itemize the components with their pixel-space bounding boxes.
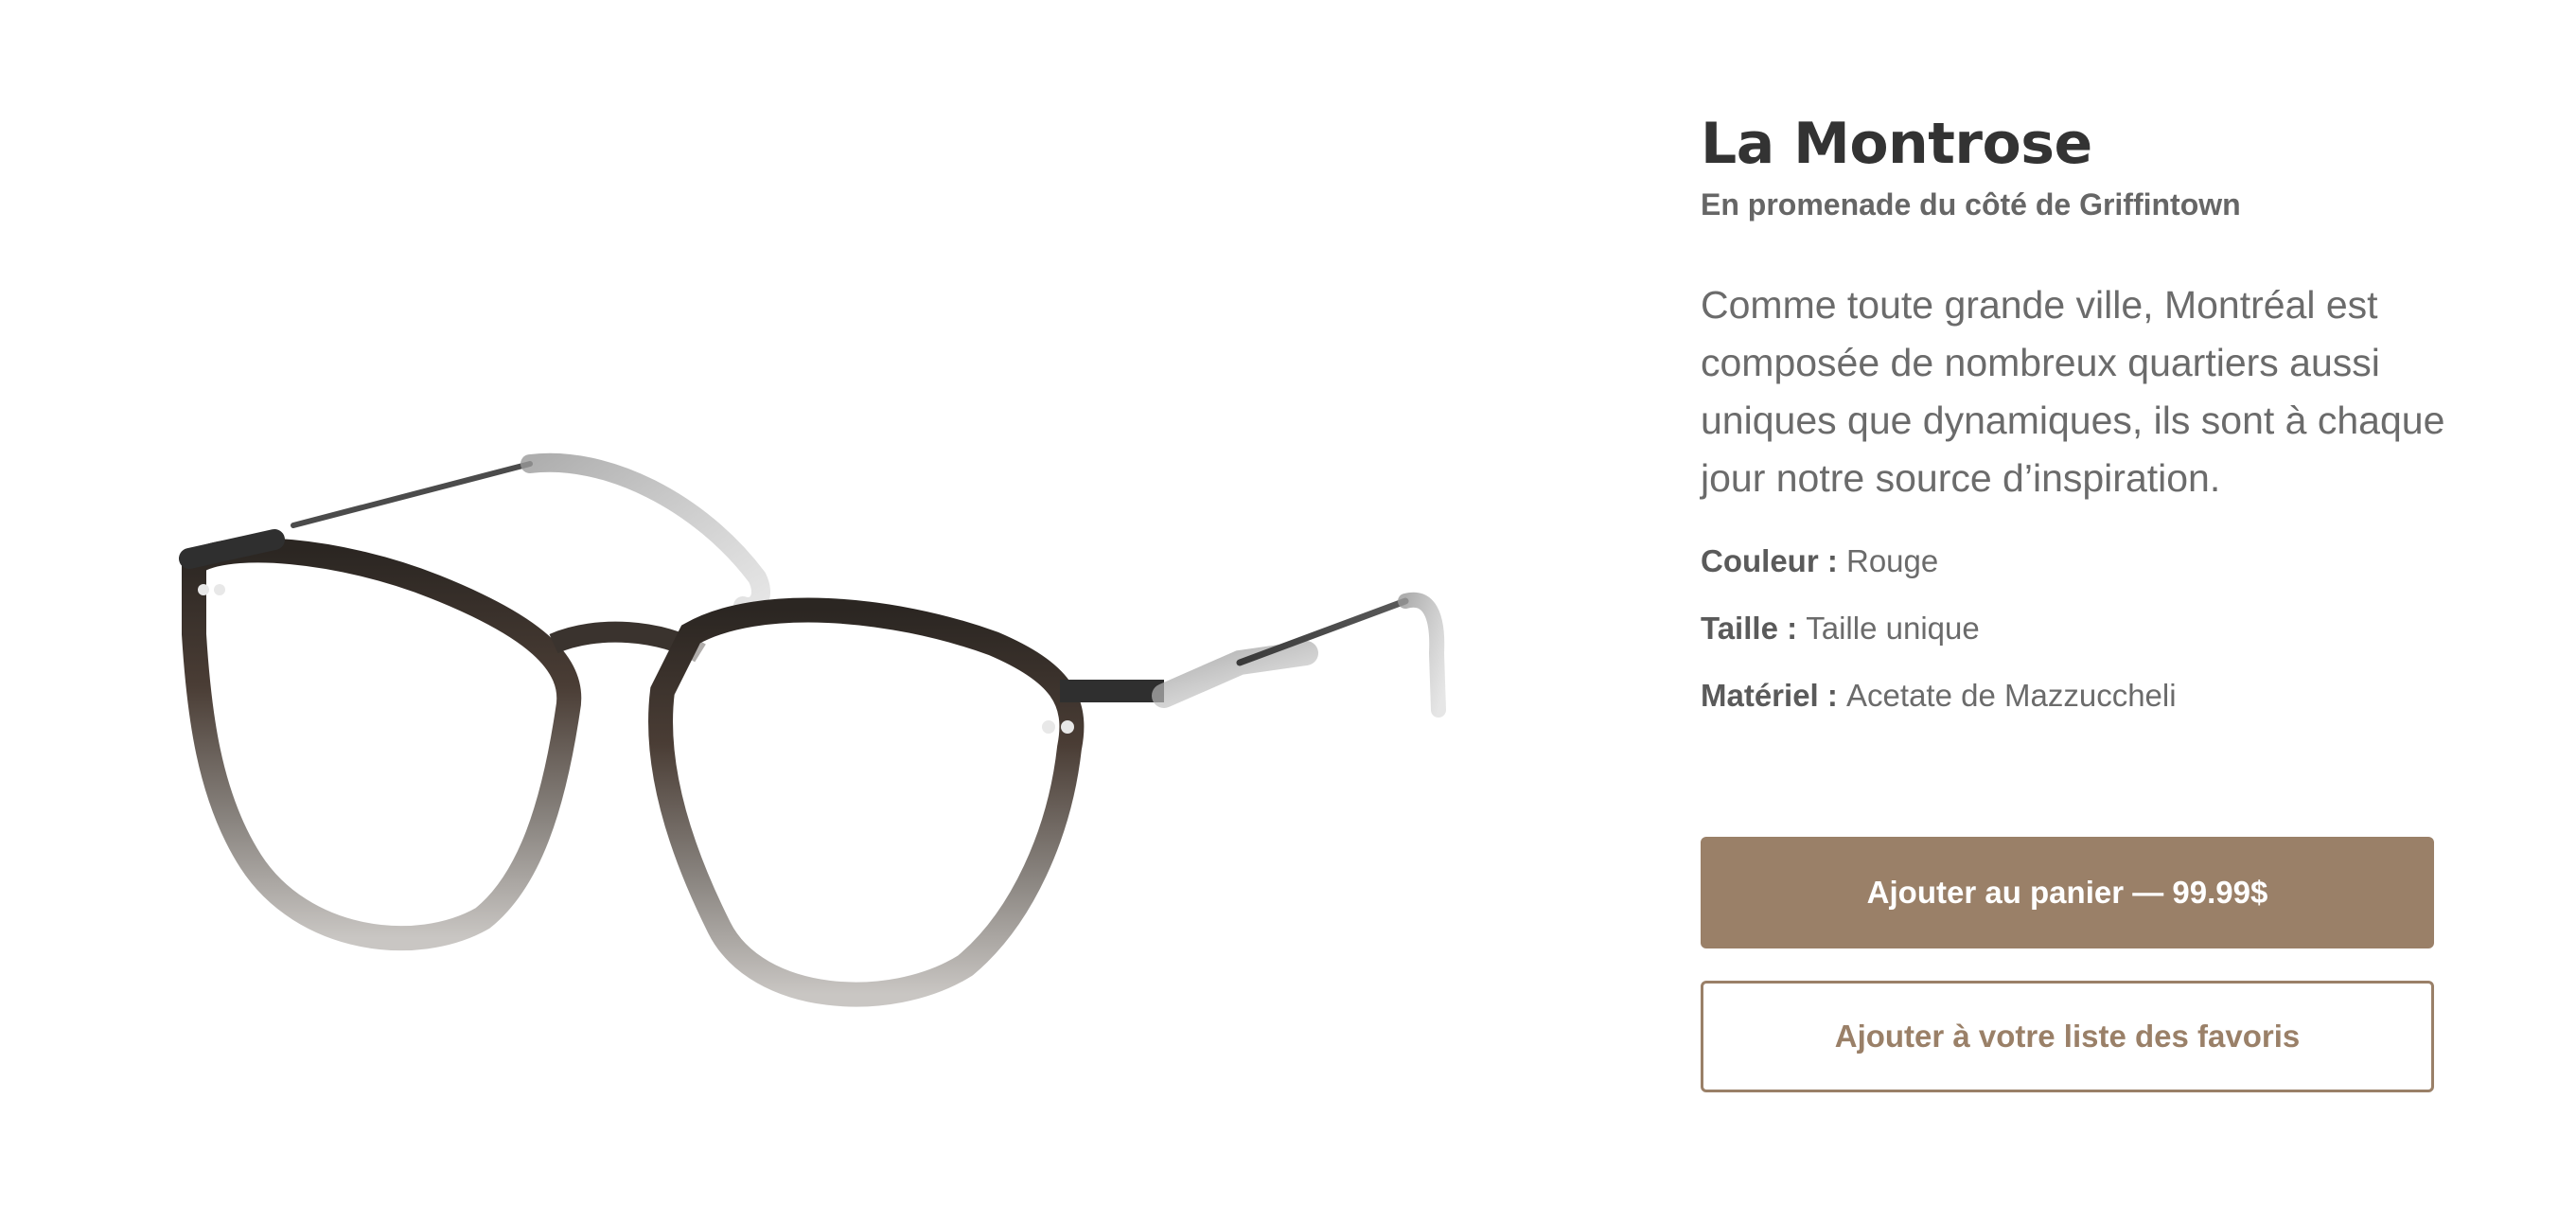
spec-size: Taille : Taille unique [1701, 609, 2439, 648]
spec-value: Acetate de Mazzuccheli [1846, 678, 2177, 713]
spec-material: Matériel : Acetate de Mazzuccheli [1701, 676, 2439, 716]
add-to-favorites-button[interactable]: Ajouter à votre liste des favoris [1701, 981, 2434, 1092]
spec-label: Couleur [1701, 543, 1819, 578]
product-image [38, 47, 1552, 1164]
spec-label: Matériel [1701, 678, 1819, 713]
product-page: La Montrose En promenade du côté de Grif… [0, 0, 2576, 1223]
spec-value: Taille unique [1806, 611, 1980, 646]
spec-separator: : [1818, 678, 1847, 713]
spec-color: Couleur : Rouge [1701, 541, 2439, 581]
spec-label: Taille [1701, 611, 1778, 646]
product-subtitle: En promenade du côté de Griffintown [1701, 187, 2241, 222]
glasses-illustration [179, 452, 1446, 1007]
product-info: La Montrose En promenade du côté de Grif… [1701, 106, 2444, 743]
product-description: Comme toute grande ville, Montréal est c… [1701, 283, 2445, 500]
add-to-cart-button[interactable]: Ajouter au panier — 99.99$ [1701, 837, 2434, 948]
product-specs: Couleur : Rouge Taille : Taille unique M… [1701, 541, 2439, 716]
product-title: La Montrose [1701, 111, 2092, 177]
spec-separator: : [1818, 543, 1846, 578]
spec-value: Rouge [1846, 543, 1939, 578]
spec-separator: : [1777, 611, 1807, 646]
